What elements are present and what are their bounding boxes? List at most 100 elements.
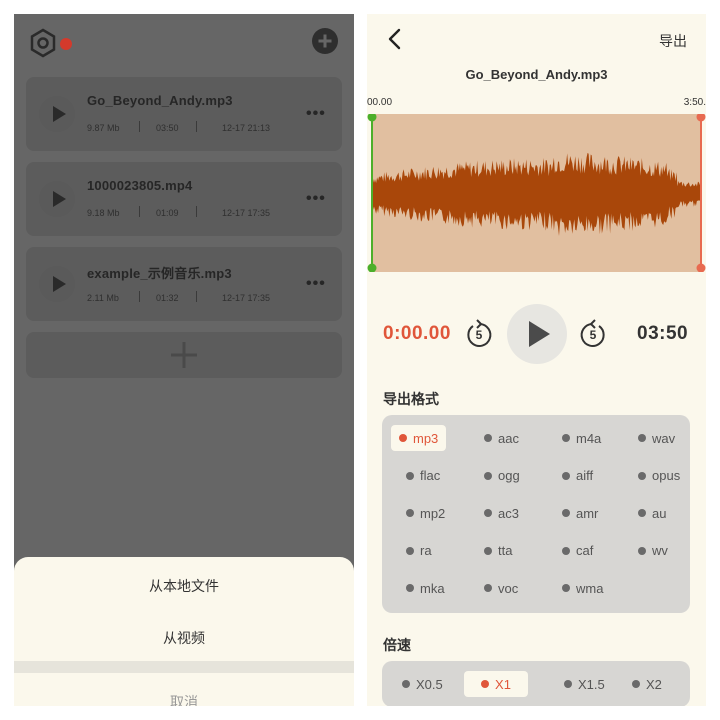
cancel-button[interactable]: 取消 [14, 692, 354, 706]
format-option-mp2[interactable]: mp2 [406, 500, 445, 526]
format-option-label: ac3 [498, 505, 519, 521]
more-options-button[interactable]: ••• [306, 190, 326, 208]
waveform-editor[interactable] [367, 114, 706, 272]
waveform-end-time: 3:50. [683, 97, 706, 108]
more-options-button[interactable]: ••• [306, 105, 326, 123]
notification-dot [60, 38, 72, 50]
format-option-opus[interactable]: opus [638, 463, 680, 489]
format-option-aac[interactable]: aac [484, 425, 519, 451]
format-option-label: au [652, 505, 667, 521]
play-icon[interactable] [39, 181, 75, 217]
add-file-card-button[interactable] [26, 332, 342, 378]
total-time: 03:50 [637, 323, 689, 344]
speed-options-panel: X0.5 X1 X1.5 X2 [382, 661, 690, 706]
back-arrow-icon[interactable] [385, 26, 405, 52]
file-title: Go_Beyond_Andy.mp3 [465, 67, 608, 82]
rewind-5s-icon[interactable]: 5 [464, 319, 494, 349]
format-option-label: aiff [576, 468, 594, 483]
format-option-amr[interactable]: amr [562, 500, 598, 526]
file-card[interactable]: example_示例音乐.mp3 2.11 Mb 01:32 12-17 17:… [26, 247, 342, 321]
speed-option-label: X0.5 [416, 676, 443, 692]
format-option-wav[interactable]: wav [638, 425, 675, 451]
export-format-label: 导出格式 [383, 391, 439, 407]
format-option-mp3[interactable]: mp3 [391, 425, 447, 451]
radio-dot-icon [638, 434, 646, 442]
file-name: Go_Beyond_Andy.mp3 [87, 93, 233, 108]
format-option-label: ogg [498, 468, 520, 483]
format-option-wv[interactable]: wv [638, 538, 668, 564]
play-button[interactable] [507, 304, 567, 364]
import-local-file-option[interactable]: 从本地文件 [14, 576, 354, 596]
divider [139, 206, 140, 217]
format-option-caf[interactable]: caf [562, 538, 593, 564]
radio-dot-icon [562, 434, 570, 442]
divider [196, 121, 197, 132]
format-option-m4a[interactable]: m4a [562, 425, 601, 451]
more-options-button[interactable]: ••• [306, 275, 326, 293]
speed-label: 倍速 [383, 637, 411, 653]
format-option-label: mp2 [420, 505, 446, 521]
format-option-label: opus [652, 468, 681, 483]
file-size: 9.18 Mb [87, 208, 120, 218]
radio-dot-icon [484, 471, 492, 480]
radio-dot-icon [481, 680, 490, 688]
radio-dot-icon [484, 584, 492, 592]
format-option-ra[interactable]: ra [406, 538, 432, 564]
forward-5s-icon[interactable]: 5 [578, 319, 608, 349]
format-option-label: wma [576, 580, 604, 596]
file-size: 9.87 Mb [87, 123, 120, 133]
radio-dot-icon [406, 471, 414, 480]
format-option-label: mka [420, 580, 445, 596]
format-options-panel: mp3 aac m4a wav flac ogg aiff opus mp2 ac3 amr au ra… [382, 415, 690, 613]
import-from-video-option[interactable]: 从视频 [14, 628, 354, 648]
file-date: 12-17 17:35 [222, 208, 271, 218]
radio-dot-icon [484, 434, 492, 442]
divider [139, 121, 140, 132]
file-duration: 01:09 [156, 208, 179, 218]
file-name: 1000023805.mp4 [87, 178, 193, 193]
file-card[interactable]: 1000023805.mp4 9.18 Mb 01:09 12-17 17:35… [26, 162, 342, 236]
speed-option-label: X1.5 [578, 676, 605, 692]
radio-dot-icon [638, 546, 646, 555]
speed-option-X1.5[interactable]: X1.5 [564, 671, 605, 697]
file-card[interactable]: Go_Beyond_Andy.mp3 9.87 Mb 03:50 12-17 2… [26, 77, 342, 151]
divider [196, 206, 197, 217]
play-icon[interactable] [39, 266, 75, 302]
waveform-start-time: 00.00 [367, 97, 393, 108]
format-option-label: amr [576, 505, 599, 521]
play-icon[interactable] [39, 96, 75, 132]
radio-dot-icon [399, 434, 407, 442]
format-option-mka[interactable]: mka [406, 575, 445, 601]
format-option-ac3[interactable]: ac3 [484, 500, 519, 526]
format-option-ogg[interactable]: ogg [484, 463, 520, 489]
forward-seconds: 5 [590, 328, 597, 342]
radio-dot-icon [484, 509, 492, 517]
speed-option-X1[interactable]: X1 [464, 671, 528, 697]
speed-option-X0.5[interactable]: X0.5 [402, 671, 443, 697]
format-option-label: caf [576, 543, 594, 558]
export-button[interactable]: 导出 [659, 31, 687, 51]
rewind-seconds: 5 [476, 328, 483, 342]
import-bottom-sheet: 从本地文件 从视频 取消 [14, 557, 354, 706]
speed-option-X2[interactable]: X2 [632, 671, 662, 697]
format-option-au[interactable]: au [638, 500, 666, 526]
radio-dot-icon [638, 471, 646, 480]
format-option-label: aac [498, 430, 519, 446]
radio-dot-icon [406, 546, 414, 555]
settings-icon[interactable] [28, 28, 58, 58]
file-size: 2.11 Mb [87, 293, 119, 303]
divider [139, 291, 140, 302]
radio-dot-icon [484, 546, 492, 555]
add-file-button[interactable] [312, 28, 338, 54]
radio-dot-icon [406, 584, 414, 592]
format-option-aiff[interactable]: aiff [562, 463, 593, 489]
radio-dot-icon [406, 509, 414, 517]
radio-dot-icon [562, 471, 570, 480]
format-option-tta[interactable]: tta [484, 538, 512, 564]
radio-dot-icon [632, 680, 640, 688]
format-option-wma[interactable]: wma [562, 575, 603, 601]
format-option-label: flac [420, 468, 441, 483]
format-option-voc[interactable]: voc [484, 575, 518, 601]
file-duration: 03:50 [156, 123, 179, 133]
format-option-flac[interactable]: flac [406, 463, 440, 489]
